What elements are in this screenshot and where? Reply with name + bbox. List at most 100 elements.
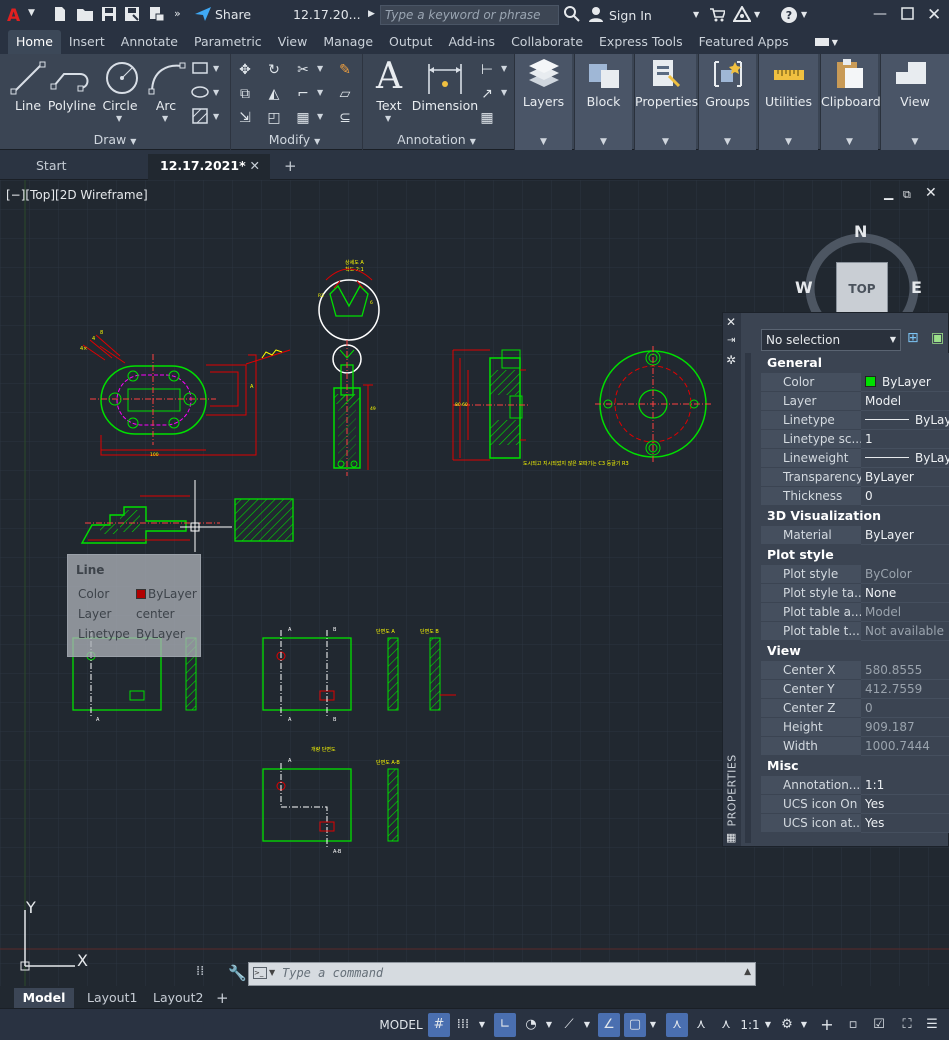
property-value[interactable]: ByLayer [861,411,949,430]
units-icon[interactable]: ▫ [842,1013,864,1037]
table-icon[interactable]: ▦ [477,108,497,128]
palette-calculator-icon[interactable]: ▦ [726,831,736,844]
property-row[interactable]: Plot table t... Not available [761,622,949,641]
properties-panel-button[interactable]: Properties ▼ [634,54,698,150]
more-qat-icon[interactable]: » [174,7,181,20]
property-section-view[interactable]: View [761,641,949,661]
property-section-3d-visualization[interactable]: 3D Visualization [761,506,949,526]
new-file-icon[interactable] [52,6,68,22]
trim-dropdown-icon[interactable]: ▼ [317,64,323,73]
caret-right-icon[interactable]: ▶ [368,9,375,19]
property-value[interactable]: None [861,584,949,603]
save-icon[interactable] [101,6,117,22]
object-snap-icon[interactable]: ▢ [624,1013,646,1037]
stretch-icon[interactable]: ⇲ [235,108,255,128]
current-drawing-tab[interactable]: 12.17.2021* ✕ [148,154,270,180]
property-value[interactable]: 412.7559 [861,680,949,699]
property-row[interactable]: Width 1000.7444 [761,737,949,756]
ribbon-tab-home[interactable]: Home [8,30,61,54]
property-row[interactable]: Linetype ByLayer [761,411,949,430]
select-objects-icon[interactable]: ▣ [931,330,944,346]
selection-dropdown[interactable]: No selection ▼ [761,329,901,351]
offset-icon[interactable]: ⊆ [335,108,355,128]
leader-dropdown-icon[interactable]: ▼ [501,88,507,97]
property-value[interactable]: ByLayer [861,468,949,487]
plot-icon[interactable] [148,6,166,22]
add-layout-button[interactable]: + [216,988,229,1008]
ribbon-tab-featured-apps[interactable]: Featured Apps [691,30,797,54]
auto-scale-icon[interactable]: ⋏ [690,1013,712,1037]
ribbon-minimize-icon[interactable]: ▼ [814,38,838,47]
customize-icon[interactable]: 🔧 [228,964,247,982]
viewcube[interactable]: N W E TOP [795,220,924,343]
property-value[interactable]: Yes [861,814,949,833]
property-section-general[interactable]: General [761,353,949,373]
polar-dropdown-icon[interactable]: ▼ [542,1013,556,1037]
view-panel-button[interactable]: View ▼ [880,54,949,150]
workspace-dropdown-icon[interactable]: ▼ [798,1013,810,1037]
circle-button[interactable]: Circle ▼ [96,58,144,123]
annotation-monitor-icon[interactable]: + [816,1013,838,1037]
property-value[interactable]: ByLayer [861,373,949,392]
property-row[interactable]: Material ByLayer [761,526,949,545]
property-row[interactable]: Center Y 412.7559 [761,680,949,699]
new-tab-button[interactable]: + [280,154,300,180]
ribbon-tab-addins[interactable]: Add-ins [440,30,503,54]
property-row[interactable]: Plot style ta... None [761,584,949,603]
save-as-icon[interactable] [124,6,140,22]
hatch-icon[interactable] [190,108,210,128]
property-row[interactable]: Thickness 0 [761,487,949,506]
account-chevron-icon[interactable]: ▼ [754,10,760,19]
command-prompt-dropdown-icon[interactable]: ▼ [269,968,275,977]
ribbon-tab-view[interactable]: View [270,30,316,54]
viewport-restore-icon[interactable]: ⧉ [903,188,911,202]
copy-icon[interactable]: ⧉ [235,84,255,104]
signin-chevron-icon[interactable]: ▼ [693,10,699,19]
isodraft-icon[interactable]: ⟋ [558,1013,580,1037]
rect-dropdown-icon[interactable]: ▼ [213,64,219,73]
leader-icon[interactable]: ↗ [477,84,497,104]
property-row[interactable]: Linetype sc... 1 [761,430,949,449]
property-row[interactable]: Center X 580.8555 [761,661,949,680]
isodraft-dropdown-icon[interactable]: ▼ [580,1013,594,1037]
help-chevron-icon[interactable]: ▼ [801,10,807,19]
share-button[interactable]: Share [215,7,251,22]
layout-tab-layout2[interactable]: Layout2 [153,988,203,1008]
draw-panel-title[interactable]: Draw ▼ [4,132,226,148]
property-row[interactable]: Center Z 0 [761,699,949,718]
property-row[interactable]: Annotation... 1:1 [761,776,949,795]
help-icon[interactable]: ? [780,6,798,24]
command-input[interactable]: >_ ▼ Type a command ▲ [248,962,756,986]
ribbon-tab-manage[interactable]: Manage [315,30,381,54]
property-row[interactable]: Plot style ByColor [761,565,949,584]
property-value[interactable]: 1:1 [861,776,949,795]
full-screen-icon[interactable]: ⛶ [896,1013,918,1037]
property-value[interactable]: 0 [861,699,949,718]
property-row[interactable]: Color ByLayer [761,373,949,392]
layout-tab-layout1[interactable]: Layout1 [87,988,137,1008]
property-value[interactable]: 0 [861,487,949,506]
customization-menu-icon[interactable]: ☰ [920,1013,944,1037]
autodesk-account-icon[interactable] [733,6,751,22]
property-value[interactable]: 580.8555 [861,661,949,680]
property-row[interactable]: Height 909.187 [761,718,949,737]
property-row[interactable]: UCS icon On Yes [761,795,949,814]
palette-settings-icon[interactable]: ✲ [726,353,736,367]
palette-close-icon[interactable]: ✕ [726,315,736,329]
arc-dropdown-icon[interactable]: ▼ [162,114,168,123]
ellipse-icon[interactable] [190,84,210,104]
polar-tracking-icon[interactable]: ◔ [520,1013,542,1037]
property-value[interactable]: ByLayer [861,526,949,545]
property-value[interactable]: Model [861,603,949,622]
rotate-icon[interactable]: ↻ [264,60,284,80]
hatch-dropdown-icon[interactable]: ▼ [213,112,219,121]
mirror-icon[interactable]: ◭ [264,84,284,104]
clipboard-panel-button[interactable]: Clipboard ▼ [820,54,881,150]
ribbon-tab-express-tools[interactable]: Express Tools [591,30,691,54]
close-icon[interactable]: ✕ [927,5,941,25]
linear-dim-dropdown-icon[interactable]: ▼ [501,64,507,73]
sign-in-button[interactable]: Sign In [609,8,652,23]
command-prompt-icon[interactable]: >_ [253,967,267,979]
array-dropdown-icon[interactable]: ▼ [317,112,323,121]
start-tab[interactable]: Start [24,154,144,180]
